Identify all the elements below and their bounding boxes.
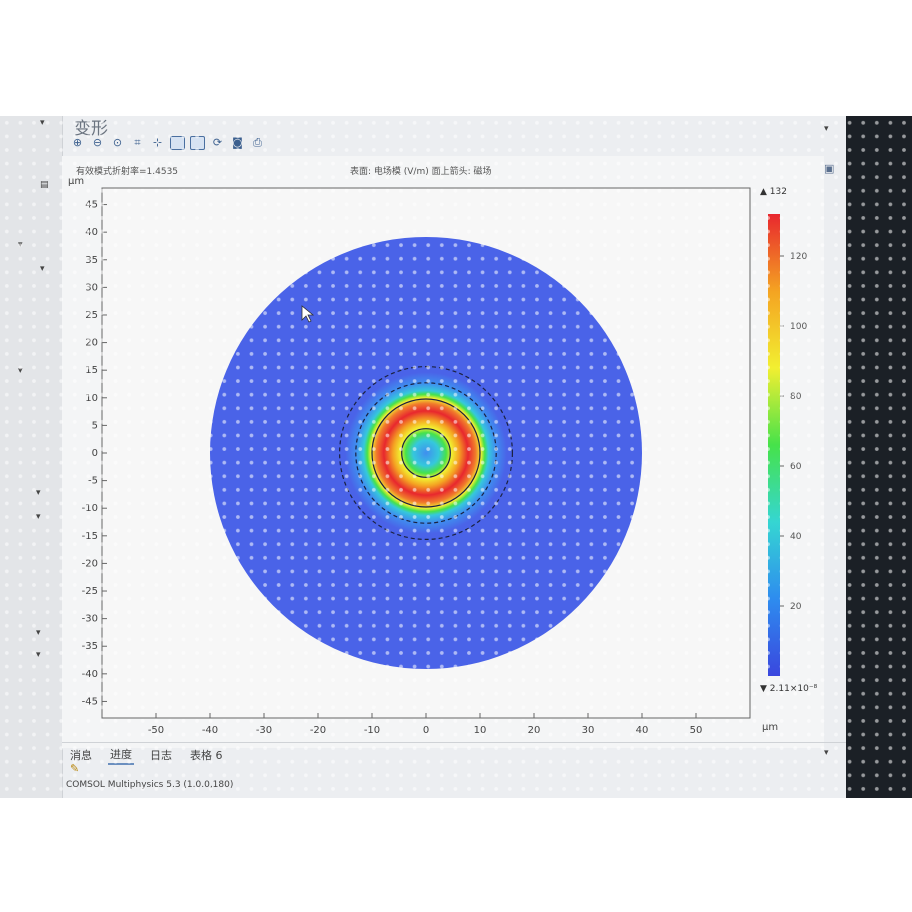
- colorbar-tick-label: 40: [790, 532, 802, 542]
- y-tick-label: 35: [85, 255, 98, 266]
- y-tick-label: -20: [82, 558, 98, 569]
- zoom-out-icon[interactable]: ⊖: [90, 136, 105, 150]
- status-tabs: 消息 进度 日志 表格 6: [62, 742, 852, 767]
- x-tick-label: 30: [582, 725, 595, 736]
- section-expand-icon[interactable]: ▤: [40, 180, 49, 190]
- colorbar-min-label: ▼ 2.11×10⁻⁸: [760, 684, 818, 694]
- plot-window[interactable]: 有效模式折射率=1.4535 表面: 电场模 (V/m) 面上箭头: 磁场 ▣ …: [62, 156, 834, 748]
- window-menu-icon[interactable]: ▾: [824, 124, 829, 134]
- left-pane: ▾ ▤ ▾ ▾ ▾ ▾ ▾ ▾ ▾: [0, 116, 63, 798]
- plot-toolbar: ⊕ ⊖ ⊙ ⌗ ⊹ ⟳ ◙ ⎙: [70, 134, 265, 152]
- pin-icon[interactable]: ✎: [70, 762, 79, 775]
- zoom-in-icon[interactable]: ⊕: [70, 136, 85, 150]
- y-tick-label: -5: [88, 476, 98, 487]
- chevron-down-icon[interactable]: ▾: [18, 240, 23, 250]
- y-tick-label: 15: [85, 365, 98, 376]
- chevron-down-icon[interactable]: ▾: [18, 366, 23, 376]
- y-tick-label: -25: [82, 586, 98, 597]
- field-map: [210, 237, 642, 669]
- y-unit-label: μm: [68, 176, 84, 187]
- y-tick-label: -45: [82, 696, 98, 707]
- x-unit-label: μm: [762, 722, 778, 733]
- y-tick-label: -40: [82, 669, 98, 680]
- x-tick-label: -50: [148, 725, 164, 736]
- x-tick-label: 20: [528, 725, 541, 736]
- tab-progress[interactable]: 进度: [108, 745, 134, 765]
- colorbar-tick-label: 20: [790, 602, 802, 612]
- x-tick-label: 40: [636, 725, 649, 736]
- y-tick-label: 45: [85, 200, 98, 211]
- x-tick-label: 0: [423, 725, 429, 736]
- colorbar-tick-label: 120: [790, 252, 807, 262]
- x-tick-label: -20: [310, 725, 326, 736]
- chevron-down-icon[interactable]: ▾: [36, 628, 41, 638]
- y-tick-label: -10: [82, 503, 98, 514]
- status-line: COMSOL Multiphysics 5.3 (1.0.0,180): [66, 780, 234, 790]
- rotate-icon[interactable]: ⟳: [210, 136, 225, 150]
- x-tick-label: -30: [256, 725, 272, 736]
- collapse-icon[interactable]: ▾: [40, 118, 45, 128]
- colorbar-tick-label: 60: [790, 462, 802, 472]
- y-tick-label: 0: [92, 448, 98, 459]
- chevron-down-icon[interactable]: ▾: [40, 264, 45, 274]
- colorbar-tick-label: 80: [790, 392, 802, 402]
- tab-table-6[interactable]: 表格 6: [188, 746, 225, 764]
- print-icon[interactable]: ⎙: [250, 136, 265, 150]
- zoom-box-icon[interactable]: ⊙: [110, 136, 125, 150]
- x-tick-label: -40: [202, 725, 218, 736]
- colorbar: 120 100 80 60 40 20 ▲ 132 ▼ 2.11×10⁻⁸: [760, 187, 818, 694]
- tab-log[interactable]: 日志: [148, 746, 174, 764]
- camera-icon[interactable]: ◙: [230, 136, 245, 150]
- panel-menu-icon[interactable]: ▾: [824, 748, 829, 758]
- field-ring: [334, 361, 518, 545]
- y-tick-label: -15: [82, 531, 98, 542]
- axis-icon[interactable]: ⊹: [150, 136, 165, 150]
- y-tick-label: 5: [92, 420, 98, 431]
- plot-canvas[interactable]: -50 -40 -30 -20 -10 0 10 20 30 40 50 μm454035302520…: [62, 156, 824, 748]
- chevron-down-icon[interactable]: ▾: [36, 650, 41, 660]
- x-tick-label: -10: [364, 725, 380, 736]
- y-tick-label: 40: [85, 227, 98, 238]
- colorbar-tick-label: 100: [790, 322, 807, 332]
- x-tick-label: 50: [690, 725, 703, 736]
- colorbar-max-label: ▲ 132: [760, 187, 787, 197]
- chevron-down-icon[interactable]: ▾: [36, 512, 41, 522]
- x-tick-label: 10: [474, 725, 487, 736]
- y-tick-label: -30: [82, 614, 98, 625]
- y-tick-label: 20: [85, 338, 98, 349]
- grid-icon[interactable]: [170, 136, 185, 150]
- plot-settings-icon[interactable]: ▣: [824, 162, 834, 175]
- layout-icon[interactable]: [190, 136, 205, 150]
- y-tick-label: 25: [85, 310, 98, 321]
- y-tick-label: -35: [82, 641, 98, 652]
- zoom-extents-icon[interactable]: ⌗: [130, 136, 145, 150]
- screen: ▾ ▤ ▾ ▾ ▾ ▾ ▾ ▾ ▾ 变形 ▾ ⊕ ⊖ ⊙ ⌗ ⊹ ⟳ ◙ ⎙ 有…: [0, 116, 912, 798]
- chevron-down-icon[interactable]: ▾: [36, 488, 41, 498]
- colorbar-scale: [768, 214, 780, 676]
- y-tick-label: 30: [85, 282, 98, 293]
- monitor-bezel: [846, 116, 912, 798]
- y-tick-label: 10: [85, 393, 98, 404]
